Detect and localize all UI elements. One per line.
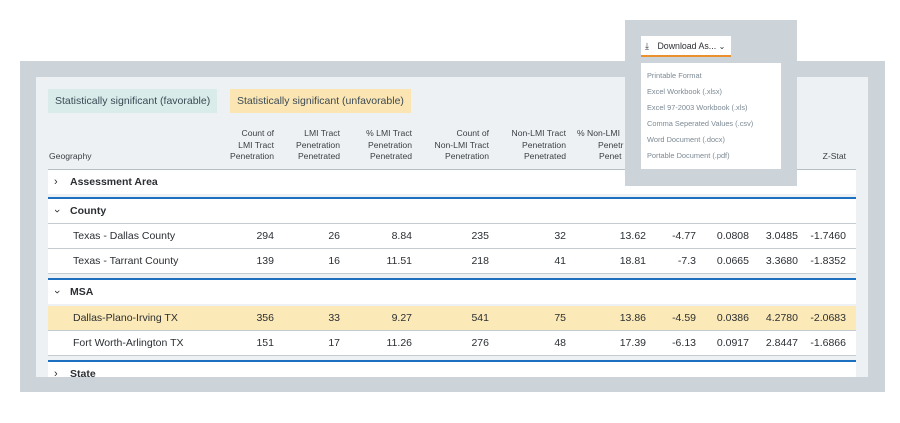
col-pct-nonlmi[interactable]: % Non-LMI Penetr Penet bbox=[577, 128, 623, 163]
download-icon: ⤓ bbox=[645, 41, 649, 51]
cell-nonlmi-penetrated: 32 bbox=[554, 230, 566, 242]
group-label: MSA bbox=[70, 286, 94, 298]
cell-pct-lmi: 8.84 bbox=[391, 230, 412, 242]
row-geography: Dallas-Plano-Irving TX bbox=[73, 312, 178, 324]
chevron-right-icon: › bbox=[54, 368, 58, 377]
cell-count-nonlmi: 276 bbox=[471, 337, 489, 349]
cell-zstat: -2.0683 bbox=[810, 312, 846, 324]
col-zstat[interactable]: Z-Stat bbox=[823, 151, 846, 163]
cell-count-lmi: 139 bbox=[256, 255, 274, 267]
cell-stat-b: 3.3680 bbox=[765, 255, 798, 267]
cell-pct-lmi: 9.27 bbox=[391, 312, 412, 324]
cell-stat-a: 0.0808 bbox=[716, 230, 749, 242]
cell-stat-a: 0.0665 bbox=[716, 255, 749, 267]
cell-count-nonlmi: 235 bbox=[471, 230, 489, 242]
cell-lmi-penetrated: 33 bbox=[328, 312, 340, 324]
table-row[interactable]: Texas - Dallas County 294 26 8.84 235 32… bbox=[48, 224, 856, 248]
cell-difference: -6.13 bbox=[672, 337, 696, 349]
cell-nonlmi-penetrated: 75 bbox=[554, 312, 566, 324]
row-divider bbox=[48, 355, 856, 356]
cell-zstat: -1.6866 bbox=[810, 337, 846, 349]
group-state[interactable]: › State bbox=[48, 362, 856, 377]
cell-pct-lmi: 11.26 bbox=[386, 337, 413, 349]
menu-item-csv[interactable]: Comma Seperated Values (.csv) bbox=[647, 119, 753, 128]
legend-unfavorable: Statistically significant (unfavorable) bbox=[230, 89, 411, 113]
cell-nonlmi-penetrated: 48 bbox=[554, 337, 566, 349]
row-geography: Texas - Tarrant County bbox=[73, 255, 179, 267]
col-pct-lmi[interactable]: % LMI Tract Penetration Penetrated bbox=[366, 128, 412, 163]
chevron-down-icon: ⌄ bbox=[718, 42, 726, 51]
chevron-right-icon: › bbox=[54, 176, 58, 188]
group-label: State bbox=[70, 368, 96, 377]
row-geography: Fort Worth-Arlington TX bbox=[73, 337, 184, 349]
col-geography[interactable]: Geography bbox=[49, 151, 92, 163]
menu-item-xlsx[interactable]: Excel Workbook (.xlsx) bbox=[647, 87, 722, 96]
cell-stat-a: 0.0917 bbox=[716, 337, 749, 349]
download-menu: Printable Format Excel Workbook (.xlsx) … bbox=[641, 63, 781, 169]
cell-stat-a: 0.0386 bbox=[716, 312, 749, 324]
table-row[interactable]: Texas - Tarrant County 139 16 11.51 218 … bbox=[48, 249, 856, 273]
menu-item-docx[interactable]: Word Document (.docx) bbox=[647, 135, 725, 144]
group-label: County bbox=[70, 205, 107, 217]
cell-pct-nonlmi: 18.81 bbox=[619, 255, 646, 267]
chevron-down-icon: › bbox=[50, 209, 63, 213]
chevron-down-icon: › bbox=[50, 290, 63, 294]
cell-stat-b: 2.8447 bbox=[765, 337, 798, 349]
cell-difference: -4.77 bbox=[672, 230, 696, 242]
cell-lmi-penetrated: 26 bbox=[328, 230, 340, 242]
cell-pct-nonlmi: 13.86 bbox=[619, 312, 646, 324]
download-as-button[interactable]: ⤓ Download As... ⌄ bbox=[641, 36, 731, 57]
table-row[interactable]: Fort Worth-Arlington TX 151 17 11.26 276… bbox=[48, 331, 856, 355]
cell-stat-b: 4.2780 bbox=[765, 312, 798, 324]
menu-item-printable[interactable]: Printable Format bbox=[647, 71, 702, 80]
cell-stat-b: 3.0485 bbox=[765, 230, 798, 242]
cell-pct-nonlmi: 13.62 bbox=[619, 230, 646, 242]
menu-item-xls[interactable]: Excel 97-2003 Workbook (.xls) bbox=[647, 103, 748, 112]
cell-difference: -4.59 bbox=[672, 312, 696, 324]
table-row-highlighted[interactable]: Dallas-Plano-Irving TX 356 33 9.27 541 7… bbox=[48, 306, 856, 330]
row-geography: Texas - Dallas County bbox=[73, 230, 176, 242]
cell-count-nonlmi: 541 bbox=[471, 312, 489, 324]
cell-zstat: -1.8352 bbox=[810, 255, 846, 267]
cell-nonlmi-penetrated: 41 bbox=[554, 255, 566, 267]
group-county[interactable]: › County bbox=[48, 199, 856, 223]
cell-count-nonlmi: 218 bbox=[471, 255, 489, 267]
col-nonlmi-penetrated[interactable]: Non-LMI Tract Penetration Penetrated bbox=[512, 128, 566, 163]
cell-difference: -7.3 bbox=[677, 255, 696, 267]
cell-zstat: -1.7460 bbox=[810, 230, 846, 242]
group-label: Assessment Area bbox=[70, 176, 158, 188]
cell-pct-lmi: 11.51 bbox=[386, 255, 413, 267]
cell-lmi-penetrated: 16 bbox=[328, 255, 340, 267]
download-as-label: Download As... bbox=[657, 41, 717, 51]
cell-lmi-penetrated: 17 bbox=[328, 337, 340, 349]
col-lmi-penetrated[interactable]: LMI Tract Penetration Penetrated bbox=[296, 128, 340, 163]
menu-item-pdf[interactable]: Portable Document (.pdf) bbox=[647, 151, 730, 160]
col-count-lmi[interactable]: Count of LMI Tract Penetration bbox=[230, 128, 274, 163]
legend-favorable: Statistically significant (favorable) bbox=[48, 89, 218, 113]
group-msa[interactable]: › MSA bbox=[48, 280, 856, 304]
cell-count-lmi: 294 bbox=[256, 230, 274, 242]
row-divider bbox=[48, 273, 856, 274]
cell-pct-nonlmi: 17.39 bbox=[619, 337, 646, 349]
cell-count-lmi: 356 bbox=[256, 312, 274, 324]
cell-count-lmi: 151 bbox=[256, 337, 274, 349]
col-count-nonlmi[interactable]: Count of Non-LMI Tract Penetration bbox=[435, 128, 489, 163]
